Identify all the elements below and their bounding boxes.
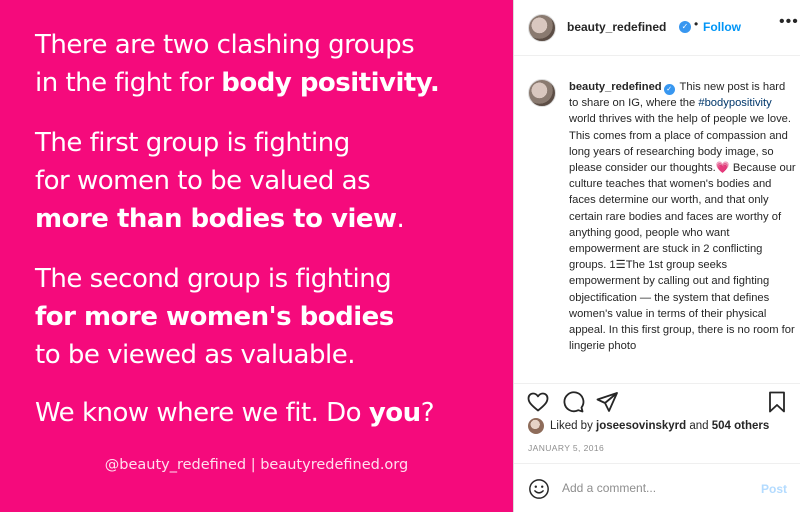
image-text-line: to be viewed as valuable. [35,340,355,370]
post-comment-button[interactable]: Post [761,482,787,496]
hashtag-link[interactable]: #bodypositivity [698,97,771,109]
likes-count-link[interactable]: 504 others [712,420,770,432]
share-icon[interactable] [595,390,619,414]
emoji-icon[interactable] [528,478,550,500]
avatar[interactable] [528,418,544,434]
image-footer: @beauty_redefined | beautyredefined.org [104,457,409,473]
image-text-line: for women to be valued as [35,166,371,196]
caption-text: beauty_redefined ✓ This new post is hard … [569,81,796,353]
post-image[interactable]: There are two clashing groups in the fig… [0,0,513,512]
image-text-line: There are two clashing groups [35,30,415,60]
verified-badge-icon: ✓ [679,21,691,33]
avatar[interactable] [528,14,556,42]
caption-username[interactable]: beauty_redefined [569,81,662,93]
post-header: beauty_redefined ✓ • Follow ••• [514,0,800,56]
liked-by-user-link[interactable]: joseesovinskyrd [596,420,686,432]
image-text-line: in the fight for body positivity. [35,68,440,98]
follow-button[interactable]: Follow [703,20,741,34]
image-text-line: more than bodies to view. [35,204,405,234]
verified-badge-icon: ✓ [663,84,675,95]
comment-input[interactable] [562,478,752,498]
comment-icon[interactable] [561,390,585,414]
comment-bar: Post [514,463,800,512]
post-date[interactable]: JANUARY 5, 2016 [528,443,604,453]
caption-avatar[interactable] [528,79,556,107]
image-text-line: The first group is fighting [35,128,350,158]
pink-heart-emoji: 💗 [715,162,730,175]
list-emoji: ☰ [615,259,626,272]
caption-area[interactable]: beauty_redefined ✓ This new post is hard … [514,57,800,383]
action-bar [514,383,800,419]
image-text-line: for more women's bodies [35,302,394,332]
image-text-line: The second group is fighting [35,264,392,294]
header-separator: • [694,17,699,31]
more-options-icon[interactable]: ••• [779,13,799,31]
bookmark-icon[interactable] [765,390,789,414]
header-username[interactable]: beauty_redefined [567,20,666,34]
heart-icon[interactable] [526,390,550,414]
post-side-panel: beauty_redefined ✓ • Follow ••• beauty_r… [513,0,800,512]
image-text-line: We know where we fit. Do you? [35,398,435,428]
liked-by-text: Liked by joseesovinskyrd and 504 others [550,420,770,432]
